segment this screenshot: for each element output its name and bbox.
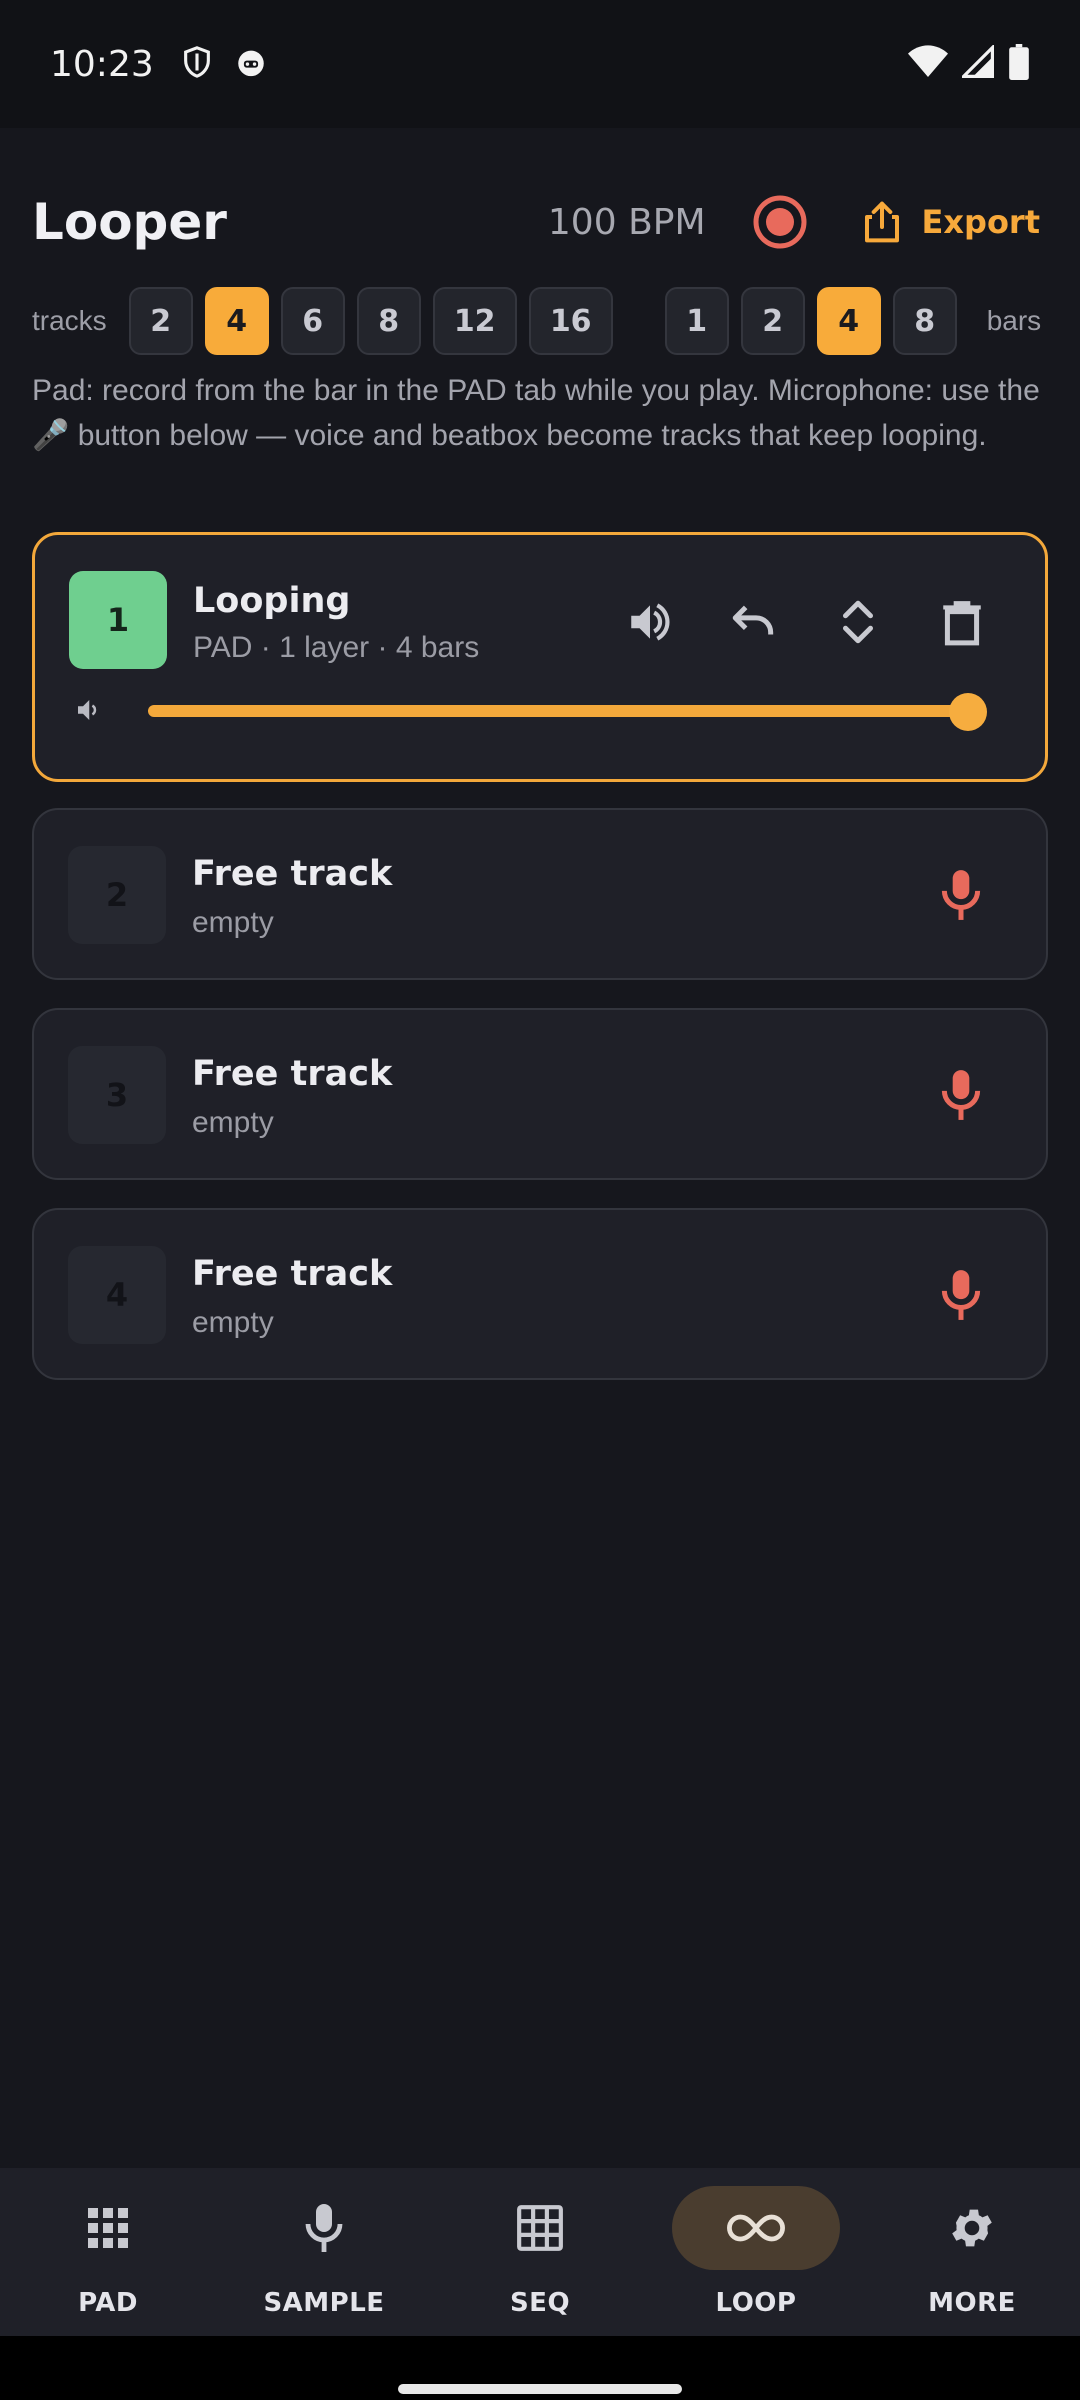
tracks-option-16[interactable]: 16 [528, 287, 613, 355]
nav-loop[interactable]: LOOP [648, 2168, 864, 2336]
mic-icon [941, 1070, 981, 1120]
record-button[interactable] [750, 192, 810, 252]
nav-label: MORE [928, 2288, 1016, 2318]
home-gesture-handle[interactable] [398, 2384, 682, 2394]
mic-icon [941, 870, 981, 920]
record-icon [753, 195, 807, 249]
volume-icon [631, 603, 670, 641]
status-bar: 10:23 [0, 0, 1080, 128]
tracks-option-4[interactable]: 4 [204, 287, 269, 355]
undo-icon [732, 605, 774, 635]
trash-icon [943, 601, 981, 646]
selector-row: tracks 2 4 6 8 12 16 1 2 4 8 bars [32, 286, 1048, 356]
track-subtitle: empty [192, 1306, 274, 1339]
mic-record-button[interactable] [926, 1260, 996, 1330]
nav-label: LOOP [715, 2288, 797, 2318]
nav-more[interactable]: MORE [864, 2168, 1080, 2336]
looper-header: Looper 100 BPM Export [32, 180, 1048, 264]
track-title: Free track [192, 1254, 393, 1294]
bars-option-4[interactable]: 4 [816, 287, 881, 355]
volume-slider[interactable] [148, 705, 978, 717]
bars-option-8[interactable]: 8 [892, 287, 957, 355]
nav-label: SEQ [509, 2288, 571, 2318]
gear-icon [952, 2209, 992, 2247]
nav-pad[interactable]: PAD [0, 2168, 216, 2336]
nav-label: PAD [78, 2288, 138, 2318]
mic-record-button[interactable] [926, 1060, 996, 1130]
bars-option-1[interactable]: 1 [664, 287, 729, 355]
page-title: Looper [32, 193, 227, 251]
mute-button[interactable] [615, 587, 685, 657]
track-number-badge: 1 [69, 571, 167, 669]
track-card-3[interactable]: 3 Free track empty [32, 1008, 1048, 1180]
bars-option-2[interactable]: 2 [740, 287, 805, 355]
track-card-2[interactable]: 2 Free track empty [32, 808, 1048, 980]
grid-icon [517, 2205, 563, 2251]
tracks-option-6[interactable]: 6 [280, 287, 345, 355]
mic-record-button[interactable] [926, 860, 996, 930]
export-button[interactable]: Export [862, 200, 1048, 244]
undo-button[interactable] [719, 587, 789, 657]
nav-label: SAMPLE [263, 2288, 385, 2318]
delete-button[interactable] [927, 587, 997, 657]
tracks-option-12[interactable]: 12 [432, 287, 517, 355]
mic-icon [941, 1270, 981, 1320]
tracks-option-2[interactable]: 2 [128, 287, 193, 355]
track-title: Free track [192, 1054, 393, 1094]
track-title: Looping [193, 581, 351, 621]
track-number-badge: 3 [68, 1046, 166, 1144]
track-subtitle: PAD · 1 layer · 4 bars [193, 631, 480, 664]
tracks-label: tracks [32, 305, 107, 336]
track-number-badge: 4 [68, 1246, 166, 1344]
volume-slider-thumb[interactable] [949, 693, 987, 731]
unfold-icon [843, 600, 873, 644]
infinity-icon [727, 2214, 785, 2242]
track-card-4[interactable]: 4 Free track empty [32, 1208, 1048, 1380]
battery-icon [1008, 43, 1030, 85]
signal-icon [959, 43, 994, 84]
track-number-badge: 2 [68, 846, 166, 944]
expand-button[interactable] [823, 587, 893, 657]
cat-icon [234, 45, 268, 84]
help-text: Pad: record from the bar in the PAD tab … [32, 374, 1040, 452]
wifi-icon [908, 44, 948, 84]
export-label: Export [921, 203, 1040, 241]
track-card-1[interactable]: 1 Looping PAD · 1 layer · 4 bars [32, 532, 1048, 782]
bpm-display[interactable]: 100 BPM [548, 202, 706, 243]
share-icon [864, 201, 899, 243]
mic-icon [305, 2204, 343, 2252]
nav-seq[interactable]: SEQ [432, 2168, 648, 2336]
status-time: 10:23 [50, 43, 154, 85]
track-title: Free track [192, 854, 393, 894]
shield-icon [180, 45, 214, 84]
nav-sample[interactable]: SAMPLE [216, 2168, 432, 2336]
volume-small-icon [73, 695, 103, 730]
tracks-option-8[interactable]: 8 [356, 287, 421, 355]
bottom-nav: PAD SAMPLE SEQ LOOP MORE [0, 2168, 1080, 2336]
track-subtitle: empty [192, 1106, 274, 1139]
bars-label: bars [986, 305, 1042, 336]
grid-dots-icon [88, 2208, 128, 2248]
track-subtitle: empty [192, 906, 274, 939]
